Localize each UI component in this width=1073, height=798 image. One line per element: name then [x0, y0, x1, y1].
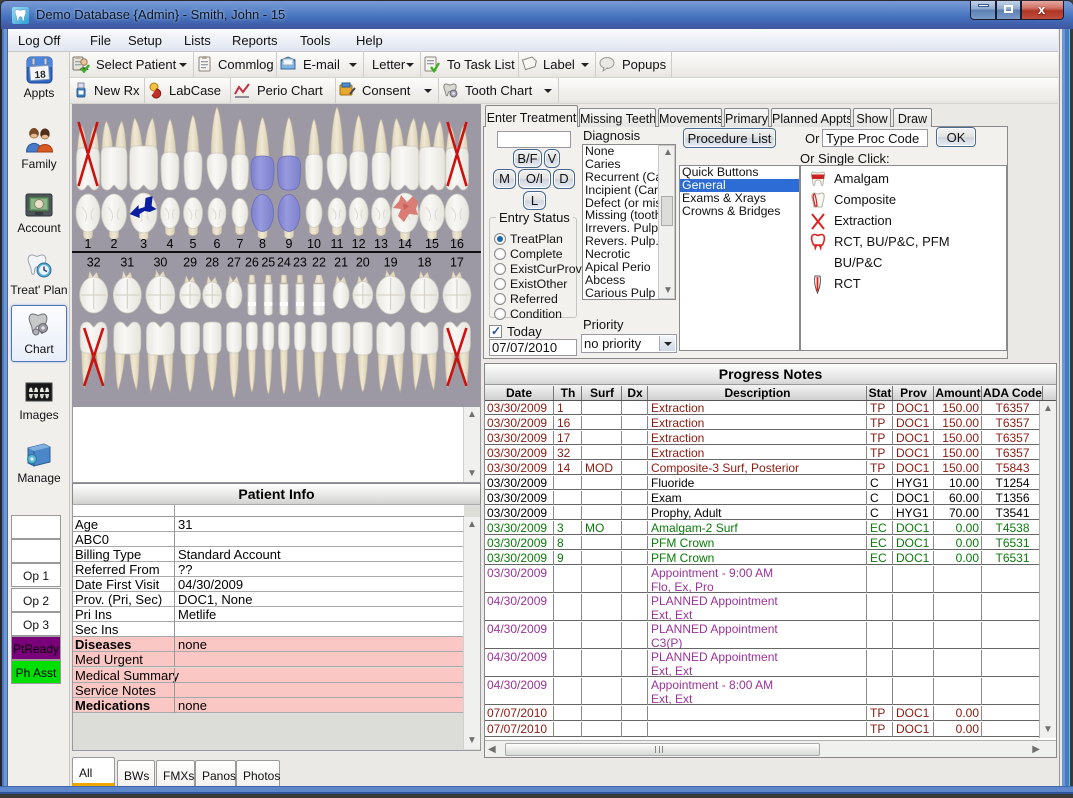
svg-text:28: 28 — [205, 256, 219, 270]
svg-text:3: 3 — [140, 237, 147, 251]
svg-text:7: 7 — [237, 237, 244, 251]
svg-text:27: 27 — [227, 256, 241, 270]
svg-text:12: 12 — [352, 237, 366, 251]
svg-text:13: 13 — [374, 237, 388, 251]
svg-text:19: 19 — [384, 256, 398, 270]
svg-text:21: 21 — [334, 256, 348, 270]
svg-text:24: 24 — [277, 256, 291, 270]
svg-text:18: 18 — [34, 70, 46, 82]
svg-text:25: 25 — [261, 256, 275, 270]
svg-text:26: 26 — [245, 256, 259, 270]
svg-text:10: 10 — [307, 237, 321, 251]
svg-text:11: 11 — [331, 237, 344, 251]
svg-text:14: 14 — [398, 237, 412, 251]
svg-text:5: 5 — [190, 237, 197, 251]
svg-text:18: 18 — [418, 256, 432, 270]
svg-text:4: 4 — [167, 237, 174, 251]
svg-text:2: 2 — [111, 237, 118, 251]
svg-text:9: 9 — [286, 237, 293, 251]
svg-text:15: 15 — [425, 237, 439, 251]
svg-text:23: 23 — [293, 256, 307, 270]
svg-text:31: 31 — [120, 256, 134, 270]
svg-text:22: 22 — [312, 256, 326, 270]
svg-text:20: 20 — [356, 256, 370, 270]
svg-text:16: 16 — [450, 237, 464, 251]
svg-text:30: 30 — [153, 256, 167, 270]
svg-text:1: 1 — [85, 237, 92, 251]
svg-text:32: 32 — [87, 256, 101, 270]
svg-text:17: 17 — [450, 256, 464, 270]
svg-text:8: 8 — [259, 237, 266, 251]
svg-text:6: 6 — [214, 237, 221, 251]
svg-text:29: 29 — [183, 256, 197, 270]
